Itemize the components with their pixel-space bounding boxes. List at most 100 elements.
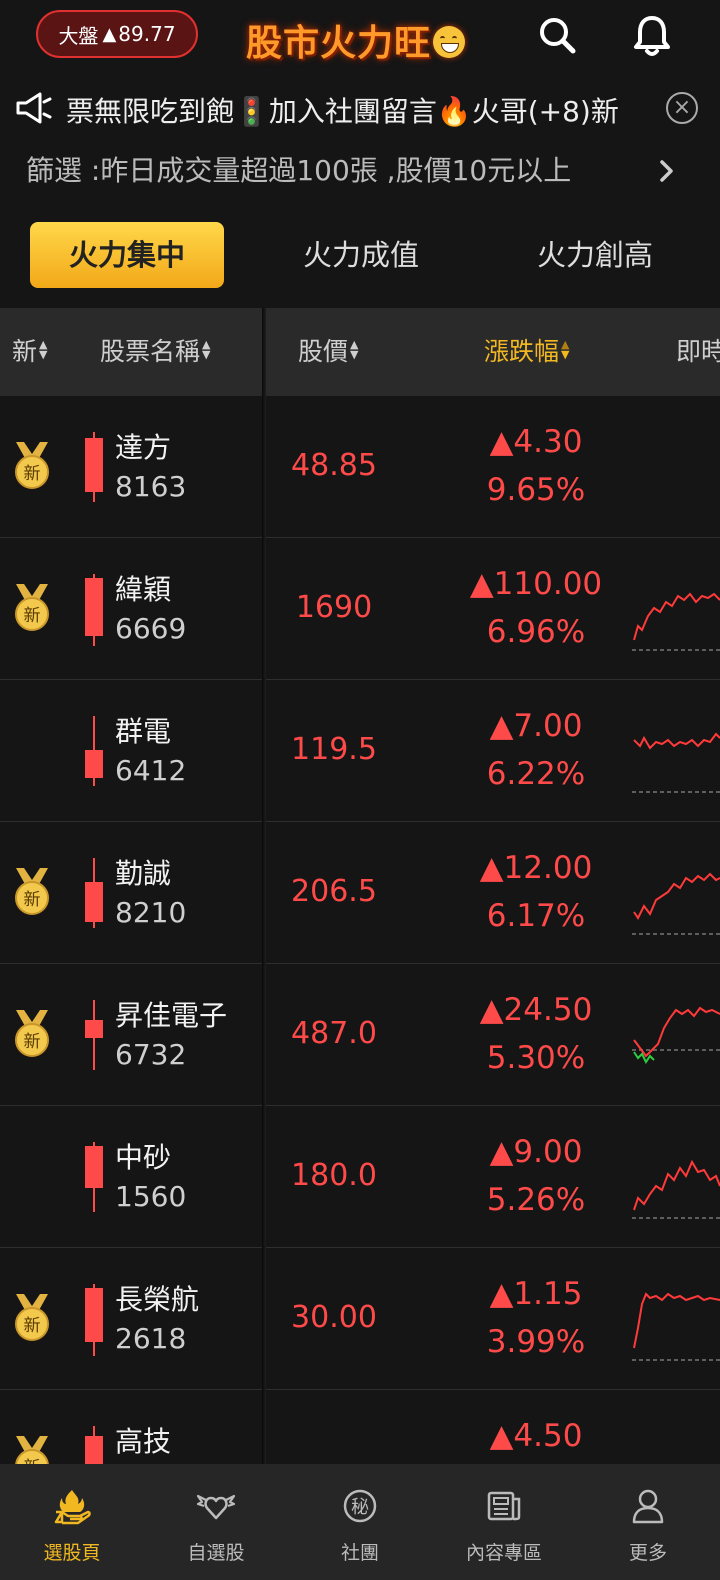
col-change-label: 漲跌幅 — [484, 337, 560, 366]
col-name-header[interactable]: 股票名稱 ▲ ▼ — [100, 308, 210, 396]
tab-fire-value[interactable]: 火力成值 — [264, 222, 458, 288]
stock-name: 勤誠 — [115, 857, 172, 890]
col-realtime-header[interactable]: 即時 — [676, 308, 720, 396]
tab-fire-concentration[interactable]: 火力集中 — [30, 222, 224, 288]
chevron-right-icon[interactable] — [654, 150, 680, 192]
price-change: ▲12.00 — [479, 850, 593, 886]
announcement-text[interactable]: 票無限吃到飽🚦加入社團留言🔥火哥(+8)新 — [66, 92, 650, 132]
candlestick-icon — [85, 574, 103, 646]
col-new-header[interactable]: 新 ▲ ▼ — [12, 308, 47, 396]
intraday-sparkline[interactable] — [632, 1004, 720, 1084]
svg-text:新: 新 — [24, 464, 41, 484]
market-index-pill[interactable]: 大盤 ▲ 89.77 — [36, 10, 198, 58]
nav-label: 選股頁 — [43, 1542, 101, 1564]
new-medal-icon: 新 — [15, 868, 49, 915]
col-name-label: 股票名稱 — [100, 337, 201, 366]
stock-name: 達方 — [115, 431, 172, 464]
new-medal-icon: 新 — [15, 584, 49, 631]
price-change: ▲1.15 — [489, 1276, 583, 1312]
new-medal-icon: 新 — [15, 1010, 49, 1057]
stock-name: 長榮航 — [115, 1283, 200, 1316]
svg-text:新: 新 — [24, 606, 41, 626]
col-new-label: 新 — [12, 337, 38, 366]
percent-change: 6.96% — [486, 614, 586, 650]
nav-label: 內容專區 — [465, 1542, 542, 1564]
candlestick-icon — [85, 1000, 103, 1070]
stock-name: 群電 — [115, 715, 172, 748]
intraday-sparkline[interactable] — [632, 720, 720, 800]
intraday-sparkline[interactable] — [632, 1288, 720, 1368]
svg-text:秘: 秘 — [351, 1497, 369, 1518]
close-announcement-button[interactable]: × — [666, 92, 698, 124]
nav-label: 更多 — [628, 1542, 667, 1564]
svg-text:新: 新 — [24, 1316, 41, 1336]
stock-price: 1690 — [295, 590, 373, 625]
candlestick-icon — [85, 858, 103, 928]
intraday-sparkline[interactable] — [632, 1146, 720, 1226]
svg-text:新: 新 — [24, 1032, 41, 1052]
sort-icon: ▲ ▼ — [39, 338, 48, 361]
price-change: ▲110.00 — [469, 566, 603, 602]
stock-code: 1560 — [115, 1180, 187, 1213]
percent-change: 6.22% — [486, 756, 586, 792]
app-logo-text: 股市火力旺 — [246, 22, 432, 64]
stock-price: 487.0 — [291, 1016, 377, 1051]
candlestick-icon — [85, 716, 103, 786]
market-index-label: 大盤 — [58, 23, 99, 48]
price-change: ▲24.50 — [479, 992, 593, 1028]
stock-code: 8163 — [115, 470, 187, 503]
market-index-value: 89.77 — [118, 22, 176, 46]
percent-change: 9.65% — [486, 472, 586, 508]
stock-code: 6732 — [115, 1038, 187, 1071]
sort-icon: ▲ ▼ — [350, 338, 359, 361]
nav-content[interactable]: 內容專區 — [432, 1464, 576, 1580]
intraday-sparkline[interactable] — [632, 862, 720, 942]
newspaper-icon — [487, 1491, 521, 1521]
candlestick-icon — [85, 1284, 103, 1356]
secret-badge-icon: 秘 — [343, 1489, 377, 1523]
nav-community[interactable]: 秘 社團 — [288, 1464, 432, 1580]
up-triangle-icon: ▲ — [102, 23, 117, 45]
bell-icon[interactable] — [628, 12, 676, 60]
stock-name: 中砂 — [115, 1141, 172, 1174]
col-realtime-label: 即時 — [676, 337, 720, 366]
percent-change: 3.99% — [486, 1324, 586, 1360]
stock-price: 30.00 — [291, 1300, 377, 1335]
sort-desc-icon: ▲ ▼ — [561, 338, 570, 361]
search-icon[interactable] — [534, 12, 582, 60]
nav-watchlist[interactable]: 自選股 — [144, 1464, 288, 1580]
nav-more[interactable]: 更多 — [576, 1464, 720, 1580]
stock-name: 高技 — [115, 1425, 172, 1458]
price-change: ▲4.50 — [489, 1418, 583, 1454]
nav-label: 社團 — [340, 1542, 379, 1564]
price-change: ▲7.00 — [489, 708, 583, 744]
tab-fire-high[interactable]: 火力創高 — [498, 222, 692, 288]
app-logo: 股市火力旺 — [246, 14, 466, 66]
percent-change: 6.17% — [486, 898, 586, 934]
intraday-sparkline[interactable] — [632, 578, 720, 658]
stock-code: 8210 — [115, 896, 187, 929]
candlestick-icon — [85, 1142, 103, 1212]
stock-price: 180.0 — [291, 1158, 377, 1193]
col-price-header[interactable]: 股價 ▲ ▼ — [298, 308, 358, 396]
nav-stock-picker[interactable]: 選股頁 — [0, 1464, 144, 1580]
stock-name: 緯穎 — [115, 573, 172, 606]
smile-icon — [433, 26, 466, 58]
percent-change: 5.26% — [486, 1182, 586, 1218]
new-medal-icon: 新 — [15, 442, 49, 489]
svg-text:新: 新 — [24, 890, 41, 910]
stock-name: 昇佳電子 — [115, 999, 228, 1032]
megaphone-icon — [16, 92, 52, 124]
filter-description[interactable]: 篩選 :昨日成交量超過100張 ,股價10元以上 — [26, 150, 646, 192]
sort-icon: ▲ ▼ — [202, 338, 211, 361]
col-change-header[interactable]: 漲跌幅 ▲ ▼ — [484, 308, 569, 396]
candlestick-icon — [85, 432, 103, 502]
stock-price: 119.5 — [291, 732, 377, 767]
price-change: ▲4.30 — [489, 424, 583, 460]
nav-label: 自選股 — [187, 1542, 245, 1564]
winged-heart-icon — [196, 1494, 236, 1520]
stock-price: 48.85 — [291, 448, 377, 483]
stock-code: 6412 — [115, 754, 187, 787]
price-change: ▲9.00 — [489, 1134, 583, 1170]
person-icon — [632, 1489, 664, 1524]
